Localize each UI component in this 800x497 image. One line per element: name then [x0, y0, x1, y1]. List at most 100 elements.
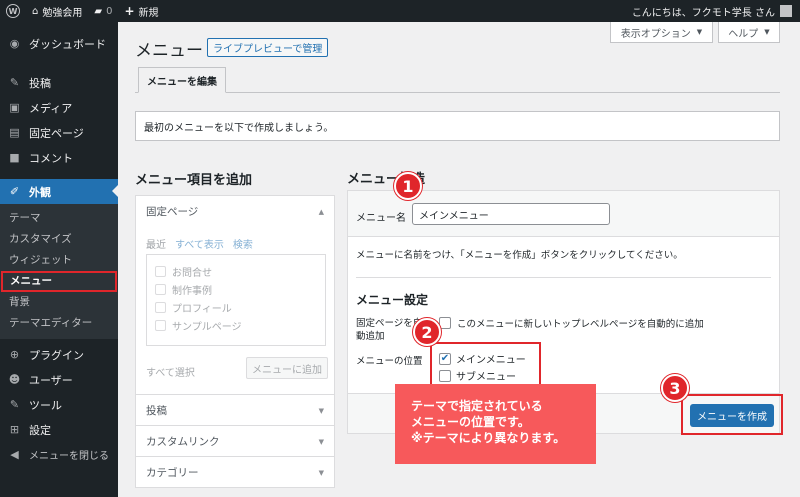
annotation-callout: テーマで指定されている メニューの位置です。 ※テーマにより異なります。	[395, 384, 596, 464]
page-title: メニュー	[135, 41, 203, 61]
screen-options-label: 表示オプション	[620, 28, 691, 40]
sidebar-item-users[interactable]: ☻ ユーザー	[0, 367, 118, 392]
divider	[356, 277, 771, 278]
plugin-icon: ⊕	[9, 348, 20, 361]
tab-edit-menus[interactable]: メニューを編集	[138, 67, 226, 93]
checkbox[interactable]	[155, 301, 166, 313]
submenu-item-themes[interactable]: テーマ	[0, 208, 118, 229]
live-preview-button[interactable]: ライブプレビューで管理	[207, 38, 329, 57]
appearance-submenu: テーマ カスタマイズ ウィジェット メニュー 背景 テーマエディター	[0, 204, 118, 339]
comment-icon: ■	[9, 151, 20, 164]
categories-panel-header[interactable]: カテゴリー ▼	[136, 457, 334, 488]
comment-icon: ▰	[94, 5, 103, 17]
list-item[interactable]: プロフィール	[155, 298, 325, 316]
chevron-up-icon: ▲	[318, 207, 324, 216]
sidebar-item-label: ツール	[29, 398, 62, 412]
list-item[interactable]: 制作事例	[155, 280, 325, 298]
list-item[interactable]: サンプルページ	[155, 316, 325, 334]
menu-settings-heading: メニュー設定	[356, 293, 429, 307]
site-name-link[interactable]: ⌂ 勉強会用	[26, 0, 88, 22]
sidebar-item-posts[interactable]: ✎ 投稿	[0, 70, 118, 95]
checkbox[interactable]	[155, 283, 166, 295]
chevron-down-icon: ▼	[318, 468, 324, 477]
checkbox[interactable]	[155, 265, 166, 277]
page-label: お問合せ	[172, 267, 212, 279]
menu-location-label: メニューの位置	[356, 356, 423, 367]
posts-panel-title: 投稿	[146, 405, 167, 417]
comments-link[interactable]: ▰ 0	[88, 0, 118, 22]
auto-add-option[interactable]: このメニューに新しいトップレベルページを自動的に追加	[439, 316, 704, 330]
pages-panel-header[interactable]: 固定ページ ▲	[136, 196, 334, 227]
custom-links-panel-title: カスタムリンク	[146, 436, 220, 448]
sidebar-item-comments[interactable]: ■ コメント	[0, 145, 118, 170]
caret-down-icon: ▼	[696, 28, 703, 36]
wordpress-logo-icon: W	[6, 4, 20, 18]
pin-icon: ✎	[9, 76, 20, 89]
step-badge-2: 2	[413, 318, 441, 346]
select-all-link[interactable]: すべて選択	[146, 364, 195, 379]
categories-panel[interactable]: カテゴリー ▼	[135, 456, 335, 488]
sidebar-collapse-button[interactable]: ◀ メニューを閉じる	[0, 442, 118, 467]
help-button[interactable]: ヘルプ ▼	[718, 22, 780, 43]
sidebar-item-appearance[interactable]: ✐ 外観	[0, 179, 118, 204]
collapse-icon: ◀	[10, 448, 19, 461]
sidebar-item-settings[interactable]: ⊞ 設定	[0, 417, 118, 442]
custom-links-panel[interactable]: カスタムリンク ▼	[135, 425, 335, 457]
pages-panel: 固定ページ ▲ 最近 すべて表示 検索 お問合せ 制作事例 プロフィール サンプル…	[135, 195, 335, 395]
sidebar-item-dashboard[interactable]: ◉ ダッシュボード	[0, 31, 118, 56]
chevron-down-icon: ▼	[318, 437, 324, 446]
auto-add-checkbox[interactable]	[439, 317, 451, 329]
add-to-menu-button[interactable]: メニューに追加	[246, 357, 328, 379]
pages-checklist: お問合せ 制作事例 プロフィール サンプルページ	[146, 254, 326, 346]
admin-sidebar: ◉ ダッシュボード ✎ 投稿 ▣ メディア ▤ 固定ページ ■ コメント ✐ 外観 テーマ …	[0, 22, 118, 497]
submenu-item-customize[interactable]: カスタマイズ	[0, 229, 118, 250]
admin-bar: W ⌂ 勉強会用 ▰ 0 + 新規 こんにちは、フクモト学長 さん	[0, 0, 800, 22]
settings-icon: ⊞	[9, 423, 20, 436]
plus-icon: +	[124, 4, 135, 18]
page-label: 制作事例	[172, 285, 212, 297]
caret-down-icon: ▼	[764, 28, 770, 36]
submenu-item-background[interactable]: 背景	[0, 292, 118, 313]
sidebar-item-media[interactable]: ▣ メディア	[0, 95, 118, 120]
submenu-item-menus[interactable]: メニュー	[1, 271, 117, 292]
submenu-item-theme-editor[interactable]: テーマエディター	[0, 313, 118, 334]
sidebar-item-plugins[interactable]: ⊕ プラグイン	[0, 342, 118, 367]
sidebar-item-label: コメント	[29, 151, 73, 165]
sidebar-item-tools[interactable]: ✎ ツール	[0, 392, 118, 417]
sidebar-item-label: 固定ページ	[29, 126, 84, 140]
notice-box: 最初のメニューを以下で作成しましょう。	[135, 111, 780, 141]
add-menu-items-heading: メニュー項目を追加	[135, 173, 253, 188]
brush-icon: ✐	[9, 185, 20, 198]
custom-links-panel-header[interactable]: カスタムリンク ▼	[136, 426, 334, 457]
page-label: プロフィール	[172, 303, 232, 315]
greeting-text: こんにちは、フクモト学長 さん	[631, 7, 775, 19]
sidebar-item-label: プラグイン	[29, 348, 84, 362]
new-label: 新規	[138, 7, 159, 19]
menu-name-input[interactable]: メインメニュー	[412, 203, 610, 225]
sidebar-item-label: メディア	[29, 101, 73, 115]
dashboard-icon: ◉	[9, 37, 20, 50]
locations-highlight	[430, 342, 541, 390]
sidebar-item-label: 設定	[29, 423, 51, 437]
posts-panel-header[interactable]: 投稿 ▼	[136, 395, 334, 426]
page-icon: ▤	[9, 126, 20, 139]
tab-recent[interactable]: 最近	[146, 236, 166, 251]
tab-view-all[interactable]: すべて表示	[175, 236, 224, 251]
checkbox[interactable]	[155, 319, 166, 331]
list-item[interactable]: お問合せ	[155, 262, 325, 280]
tab-search[interactable]: 検索	[233, 236, 253, 251]
callout-line: ※テーマにより異なります。	[411, 431, 566, 445]
page-label: サンプルページ	[172, 321, 242, 333]
new-content-link[interactable]: + 新規	[118, 0, 164, 22]
screen-options-button[interactable]: 表示オプション ▼	[610, 22, 713, 43]
my-account[interactable]: こんにちは、フクモト学長 さん	[632, 4, 800, 19]
callout-line: メニューの位置です。	[411, 415, 530, 429]
auto-add-text: このメニューに新しいトップレベルページを自動的に追加	[457, 319, 704, 330]
structure-help-text: メニューに名前をつけ、「メニューを作成」ボタンをクリックしてください。	[356, 250, 683, 261]
submenu-item-widgets[interactable]: ウィジェット	[0, 250, 118, 271]
wrench-icon: ✎	[9, 398, 20, 411]
posts-panel[interactable]: 投稿 ▼	[135, 394, 335, 426]
sidebar-item-pages[interactable]: ▤ 固定ページ	[0, 120, 118, 145]
home-icon: ⌂	[32, 5, 39, 17]
wp-logo-menu[interactable]: W	[0, 0, 26, 22]
